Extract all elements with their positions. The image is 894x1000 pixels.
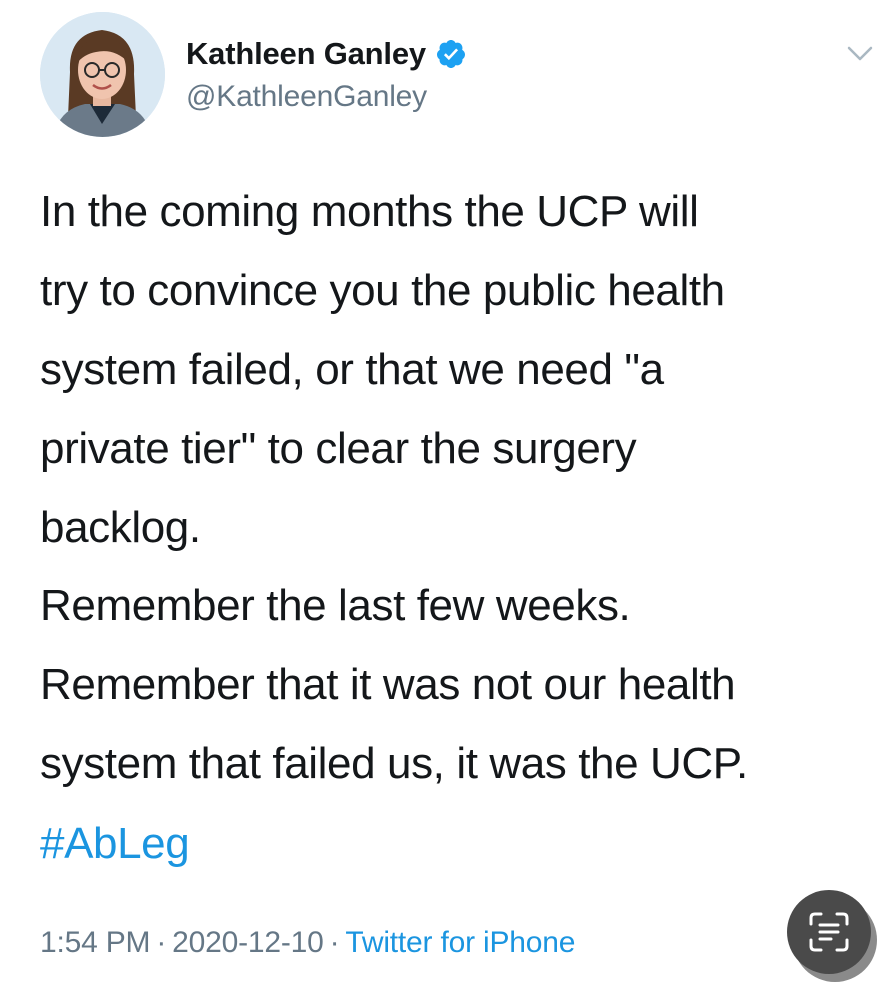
author-name-row: Kathleen Ganley [186,34,467,74]
hashtag-link[interactable]: #AbLeg [40,804,880,883]
author-display-name[interactable]: Kathleen Ganley [186,36,426,72]
tweet-text: In the coming months the UCP will try to… [40,172,880,883]
tweet-source-link[interactable]: Twitter for iPhone [345,926,575,959]
tweet-time[interactable]: 1:54 PM [40,926,151,959]
avatar-portrait-icon [40,12,165,137]
avatar[interactable] [40,12,165,137]
tweet-paragraph: Remember the last few weeks. Remember th… [40,581,748,788]
tweet-date[interactable]: 2020-12-10 [172,926,324,959]
live-text-scan-button[interactable] [787,890,871,974]
live-text-scan-icon [809,912,849,952]
chevron-down-icon[interactable] [846,44,874,64]
tweet-metadata: 1:54 PM · 2020-12-10 · Twitter for iPhone [40,926,575,960]
meta-separator: · [329,926,340,959]
author-handle[interactable]: @KathleenGanley [186,80,427,114]
tweet-card: Kathleen Ganley @KathleenGanley In the c… [0,0,894,1000]
verified-badge-icon [435,38,467,70]
tweet-paragraph: In the coming months the UCP will try to… [40,187,725,552]
meta-separator: · [156,926,167,959]
